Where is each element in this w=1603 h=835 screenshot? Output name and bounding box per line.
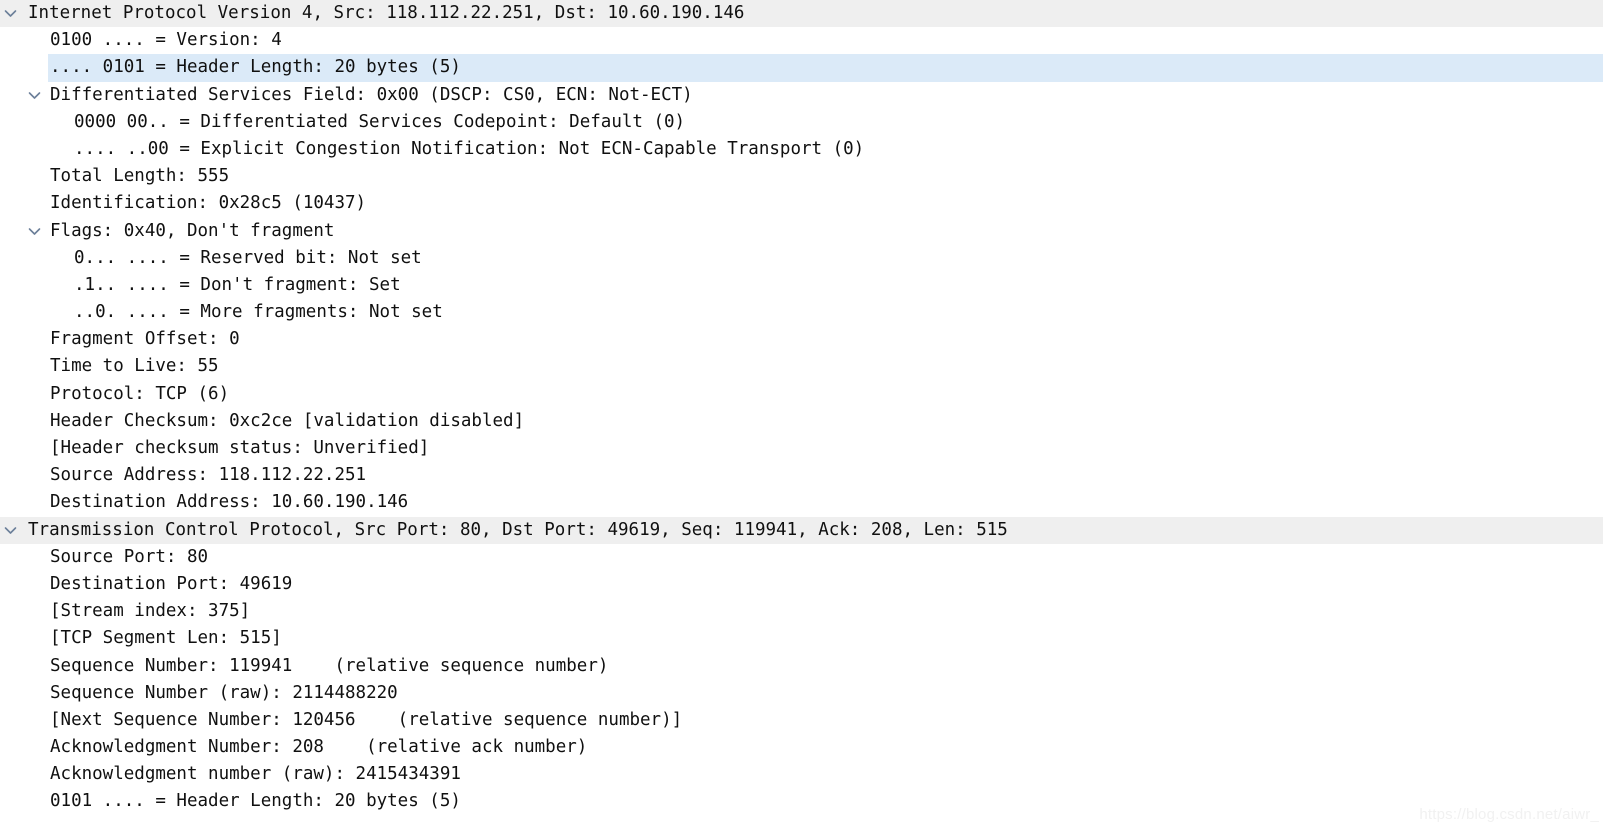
row-label: Protocol: TCP (6) xyxy=(50,383,230,404)
field-row[interactable]: Identification: 0x28c5 (10437) xyxy=(0,190,1603,217)
row-label: Time to Live: 55 xyxy=(50,356,219,377)
row-label: .... 0101 = Header Length: 20 bytes (5) xyxy=(50,57,461,78)
row-label: Acknowledgment number (raw): 2415434391 xyxy=(50,764,461,785)
field-row[interactable]: Sequence Number: 119941 (relative sequen… xyxy=(0,653,1603,680)
row-label: 0000 00.. = Differentiated Services Code… xyxy=(74,111,686,132)
row-label: Sequence Number: 119941 (relative sequen… xyxy=(50,655,609,676)
row-label: [Header checksum status: Unverified] xyxy=(50,438,430,458)
row-label: [Next Sequence Number: 120456 (relative … xyxy=(50,709,683,730)
field-row[interactable]: [TCP Segment Len: 515] xyxy=(0,625,1603,652)
field-row[interactable]: Total Length: 555 xyxy=(0,163,1603,190)
row-label: Destination Port: 49619 xyxy=(50,573,293,594)
row-label: .... ..00 = Explicit Congestion Notifica… xyxy=(74,138,865,159)
row-label: Flags: 0x40, Don't fragment xyxy=(50,220,335,241)
row-label: [TCP Segment Len: 515] xyxy=(50,628,282,649)
field-row[interactable]: 0... .... = Reserved bit: Not set xyxy=(0,245,1603,272)
row-label: [Stream index: 375] xyxy=(50,601,251,622)
row-label: Total Length: 555 xyxy=(50,166,230,187)
protocol-row[interactable]: Transmission Control Protocol, Src Port:… xyxy=(0,516,1603,544)
field-row[interactable]: [Header checksum status: Unverified] xyxy=(0,435,1603,462)
field-row[interactable]: ..0. .... = More fragments: Not set xyxy=(0,299,1603,326)
row-label: Transmission Control Protocol, Src Port:… xyxy=(28,519,1008,540)
field-row[interactable]: Fragment Offset: 0 xyxy=(0,326,1603,353)
row-label: .1.. .... = Don't fragment: Set xyxy=(74,274,401,295)
row-label: 0101 .... = Header Length: 20 bytes (5) xyxy=(50,791,461,812)
field-row[interactable]: Flags: 0x40, Don't fragment xyxy=(0,218,1603,245)
row-label: 0100 .... = Version: 4 xyxy=(50,30,282,51)
row-label: Source Port: 80 xyxy=(50,546,209,567)
chevron-down-icon[interactable] xyxy=(4,0,18,27)
field-row[interactable]: Header Checksum: 0xc2ce [validation disa… xyxy=(0,408,1603,435)
row-label: Header Checksum: 0xc2ce [validation disa… xyxy=(50,410,525,431)
row-label: Differentiated Services Field: 0x00 (DSC… xyxy=(50,84,693,105)
row-label: Fragment Offset: 0 xyxy=(50,329,240,350)
row-label: Acknowledgment Number: 208 (relative ack… xyxy=(50,737,588,758)
row-label: 0... .... = Reserved bit: Not set xyxy=(74,247,422,268)
field-row[interactable]: Destination Address: 10.60.190.146 xyxy=(0,489,1603,516)
field-row[interactable]: .1.. .... = Don't fragment: Set xyxy=(0,272,1603,299)
field-row[interactable]: .... ..00 = Explicit Congestion Notifica… xyxy=(0,136,1603,163)
field-row[interactable]: Acknowledgment Number: 208 (relative ack… xyxy=(0,734,1603,761)
packet-details-tree[interactable]: Internet Protocol Version 4, Src: 118.11… xyxy=(0,0,1603,835)
chevron-down-icon[interactable] xyxy=(28,218,42,245)
field-row[interactable]: Time to Live: 55 xyxy=(0,353,1603,380)
field-row[interactable]: Acknowledgment number (raw): 2415434391 xyxy=(0,761,1603,788)
row-label: ..0. .... = More fragments: Not set xyxy=(74,302,443,323)
field-row[interactable]: [Stream index: 375] xyxy=(0,598,1603,625)
field-row[interactable]: Differentiated Services Field: 0x00 (DSC… xyxy=(0,82,1603,109)
field-row[interactable]: Protocol: TCP (6) xyxy=(0,381,1603,408)
field-row[interactable]: 0000 00.. = Differentiated Services Code… xyxy=(0,109,1603,136)
row-label: Source Address: 118.112.22.251 xyxy=(50,465,367,486)
chevron-down-icon[interactable] xyxy=(4,517,18,544)
field-row[interactable]: 0101 .... = Header Length: 20 bytes (5) xyxy=(0,788,1603,815)
row-label: Identification: 0x28c5 (10437) xyxy=(50,193,367,214)
field-row[interactable]: [Next Sequence Number: 120456 (relative … xyxy=(0,707,1603,734)
field-row[interactable]: Source Address: 118.112.22.251 xyxy=(0,462,1603,489)
chevron-down-icon[interactable] xyxy=(28,82,42,109)
row-label: Destination Address: 10.60.190.146 xyxy=(50,492,409,513)
field-row[interactable]: 0100 .... = Version: 4 xyxy=(0,27,1603,54)
field-row[interactable]: Source Port: 80 xyxy=(0,544,1603,571)
protocol-row[interactable]: Internet Protocol Version 4, Src: 118.11… xyxy=(0,0,1603,28)
field-row[interactable]: .... 0101 = Header Length: 20 bytes (5) xyxy=(0,54,1603,82)
field-row[interactable]: Sequence Number (raw): 2114488220 xyxy=(0,680,1603,707)
field-row[interactable]: Destination Port: 49619 xyxy=(0,571,1603,598)
row-label: Sequence Number (raw): 2114488220 xyxy=(50,682,398,703)
row-label: Internet Protocol Version 4, Src: 118.11… xyxy=(28,3,745,23)
